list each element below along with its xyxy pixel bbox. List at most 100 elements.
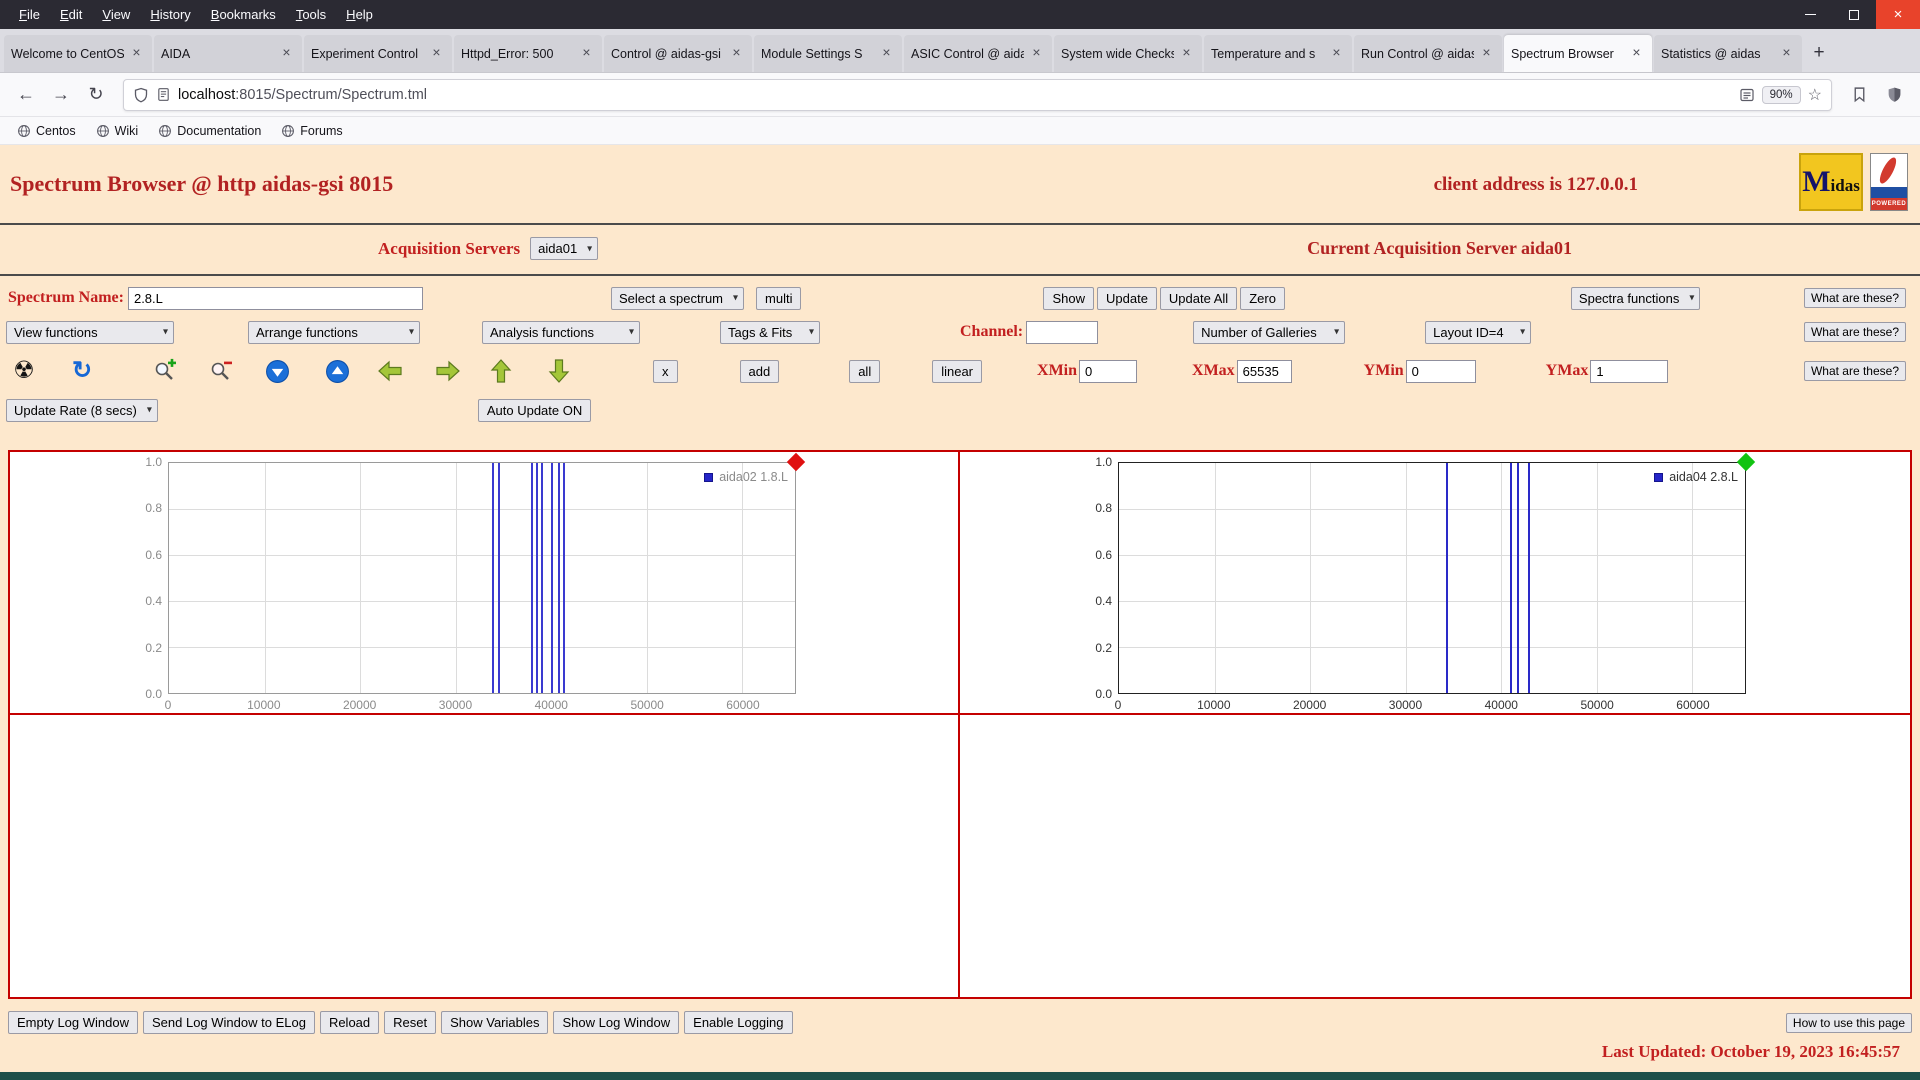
url-text[interactable]: localhost:8015/Spectrum/Spectrum.tml bbox=[178, 87, 1732, 103]
zoom-out-icon[interactable] bbox=[207, 357, 235, 385]
tcl-powered-logo[interactable]: POWERED bbox=[1870, 153, 1908, 211]
update-button[interactable]: Update bbox=[1097, 286, 1157, 310]
tab[interactable]: Statistics @ aidas × bbox=[1654, 35, 1802, 72]
close-button[interactable]: × bbox=[1876, 0, 1920, 29]
back-button[interactable]: ← bbox=[10, 79, 42, 111]
select-a-spectrum-dropdown[interactable]: Select a spectrum bbox=[610, 286, 745, 310]
expand-up-icon[interactable] bbox=[323, 357, 351, 385]
show-log-window-button[interactable]: Show Log Window bbox=[553, 1011, 680, 1034]
gallery-cell-4[interactable] bbox=[960, 715, 1910, 997]
tab[interactable]: Control @ aidas-gsi × bbox=[604, 35, 752, 72]
plot-area[interactable] bbox=[168, 462, 796, 694]
add-button[interactable]: add bbox=[739, 359, 780, 383]
tab-close-icon[interactable]: × bbox=[278, 45, 295, 62]
menu-history[interactable]: History bbox=[141, 3, 199, 26]
menu-edit[interactable]: Edit bbox=[51, 3, 91, 26]
what-are-these-button-2[interactable]: What are these? bbox=[1803, 322, 1906, 342]
reload-button[interactable]: ↻ bbox=[80, 79, 112, 111]
menu-bookmarks[interactable]: Bookmarks bbox=[202, 3, 285, 26]
gallery-cell-1[interactable]: 0.0 0.2 0.4 0.6 0.8 1.0 0 10000 20000 30000 40000… bbox=[10, 452, 960, 715]
spectrum-name-input[interactable] bbox=[127, 286, 423, 310]
how-to-use-button[interactable]: How to use this page bbox=[1785, 1012, 1912, 1033]
tab-close-icon[interactable]: × bbox=[578, 45, 595, 62]
tab-close-icon[interactable]: × bbox=[1028, 45, 1045, 62]
linear-button[interactable]: linear bbox=[932, 359, 983, 383]
plot-area[interactable] bbox=[1118, 462, 1746, 694]
bookmarks-menu-icon[interactable] bbox=[1843, 79, 1875, 111]
all-button[interactable]: all bbox=[849, 359, 881, 383]
bookmark-forums[interactable]: Forums bbox=[274, 121, 349, 141]
what-are-these-button-1[interactable]: What are these? bbox=[1803, 288, 1906, 308]
tab[interactable]: Module Settings S × bbox=[754, 35, 902, 72]
tab[interactable]: Spectrum Browser × bbox=[1504, 35, 1652, 72]
new-tab-button[interactable]: + bbox=[1803, 37, 1835, 69]
view-functions-dropdown[interactable]: View functions bbox=[6, 320, 174, 344]
zoom-indicator[interactable]: 90% bbox=[1761, 85, 1801, 104]
bookmark-wiki[interactable]: Wiki bbox=[89, 121, 146, 141]
tags-fits-dropdown[interactable]: Tags & Fits bbox=[720, 320, 820, 344]
menu-file[interactable]: File bbox=[10, 3, 49, 26]
midas-logo[interactable]: Midas bbox=[1799, 153, 1863, 211]
tab[interactable]: AIDA × bbox=[154, 35, 302, 72]
bookmark-documentation[interactable]: Documentation bbox=[151, 121, 268, 141]
expand-down-icon[interactable] bbox=[263, 357, 291, 385]
ymin-input[interactable] bbox=[1405, 359, 1476, 383]
forward-button[interactable]: → bbox=[45, 79, 77, 111]
arrange-functions-dropdown[interactable]: Arrange functions bbox=[248, 320, 420, 344]
multi-button[interactable]: multi bbox=[756, 286, 802, 310]
reload-button[interactable]: Reload bbox=[319, 1011, 380, 1034]
site-info-icon[interactable] bbox=[156, 87, 171, 102]
tab-close-icon[interactable]: × bbox=[1178, 45, 1195, 62]
update-all-button[interactable]: Update All bbox=[1159, 286, 1238, 310]
tab[interactable]: ASIC Control @ aidas × bbox=[904, 35, 1052, 72]
tracking-protection-icon[interactable] bbox=[133, 87, 149, 103]
show-button[interactable]: Show bbox=[1043, 286, 1094, 310]
tab-close-icon[interactable]: × bbox=[1478, 45, 1495, 62]
layout-id-dropdown[interactable]: Layout ID=4 bbox=[1425, 320, 1532, 344]
shift-left-icon[interactable] bbox=[376, 357, 404, 385]
maximize-button[interactable] bbox=[1832, 0, 1876, 29]
channel-input[interactable] bbox=[1026, 320, 1099, 344]
reset-button[interactable]: Reset bbox=[384, 1011, 437, 1034]
menu-view[interactable]: View bbox=[93, 3, 139, 26]
acquisition-server-dropdown[interactable]: aida01 bbox=[530, 237, 599, 260]
tab-close-icon[interactable]: × bbox=[878, 45, 895, 62]
shift-up-icon[interactable] bbox=[487, 357, 515, 385]
xmax-input[interactable] bbox=[1236, 359, 1292, 383]
radiation-icon[interactable]: ☢ bbox=[10, 357, 38, 385]
bookmark-centos[interactable]: Centos bbox=[10, 121, 83, 141]
tab-close-icon[interactable]: × bbox=[728, 45, 745, 62]
reader-view-icon[interactable] bbox=[1739, 87, 1755, 103]
url-bar[interactable]: localhost:8015/Spectrum/Spectrum.tml 90%… bbox=[123, 78, 1832, 111]
gallery-cell-2[interactable]: 0.0 0.2 0.4 0.6 0.8 1.0 0 10000 20000 30000 40000… bbox=[960, 452, 1910, 715]
shift-right-icon[interactable] bbox=[434, 357, 462, 385]
tab-close-icon[interactable]: × bbox=[1778, 45, 1795, 62]
tab[interactable]: Run Control @ aidas × bbox=[1354, 35, 1502, 72]
xmin-input[interactable] bbox=[1079, 359, 1138, 383]
auto-update-button[interactable]: Auto Update ON bbox=[477, 398, 592, 422]
number-of-galleries-dropdown[interactable]: Number of Galleries bbox=[1193, 320, 1346, 344]
menu-tools[interactable]: Tools bbox=[287, 3, 335, 26]
x-axis-button[interactable]: x bbox=[653, 359, 678, 383]
refresh-icon[interactable]: ↻ bbox=[68, 357, 96, 385]
tab-close-icon[interactable]: × bbox=[128, 45, 145, 62]
tab[interactable]: System wide Checks × bbox=[1054, 35, 1202, 72]
gallery-cell-3[interactable] bbox=[10, 715, 960, 997]
enable-logging-button[interactable]: Enable Logging bbox=[684, 1011, 793, 1034]
empty-log-window-button[interactable]: Empty Log Window bbox=[8, 1011, 138, 1034]
bookmark-star-icon[interactable]: ☆ bbox=[1808, 85, 1822, 105]
protections-shield-icon[interactable] bbox=[1878, 79, 1910, 111]
ymax-input[interactable] bbox=[1590, 359, 1669, 383]
analysis-functions-dropdown[interactable]: Analysis functions bbox=[482, 320, 640, 344]
tab[interactable]: Httpd_Error: 500 × bbox=[454, 35, 602, 72]
minimize-button[interactable] bbox=[1788, 0, 1832, 29]
show-variables-button[interactable]: Show Variables bbox=[441, 1011, 549, 1034]
what-are-these-button-3[interactable]: What are these? bbox=[1803, 361, 1906, 381]
tab-close-icon[interactable]: × bbox=[428, 45, 445, 62]
tab-close-icon[interactable]: × bbox=[1628, 45, 1645, 62]
update-rate-dropdown[interactable]: Update Rate (8 secs) bbox=[6, 398, 158, 422]
tab[interactable]: Experiment Control × bbox=[304, 35, 452, 72]
tab[interactable]: Welcome to CentOS × bbox=[4, 35, 152, 72]
tab-close-icon[interactable]: × bbox=[1328, 45, 1345, 62]
spectra-functions-dropdown[interactable]: Spectra functions bbox=[1570, 286, 1701, 310]
